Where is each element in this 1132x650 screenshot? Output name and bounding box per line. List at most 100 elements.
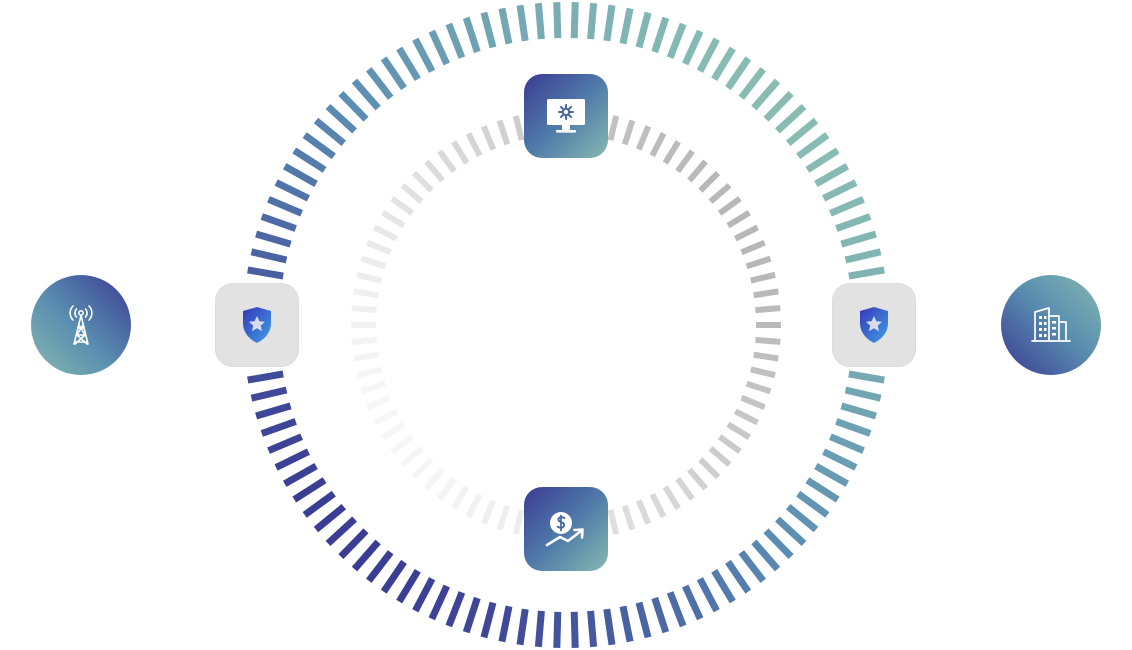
ring-tick — [302, 490, 336, 518]
ring-tick — [313, 503, 347, 533]
ring-tick — [465, 492, 483, 518]
dollar-growth-icon — [545, 512, 584, 547]
ring-tick — [619, 605, 634, 643]
ring-tick — [465, 132, 483, 158]
ring-tick — [373, 224, 399, 242]
ring-tick — [733, 408, 759, 426]
ring-tick — [751, 539, 781, 572]
ring-tick — [805, 147, 840, 173]
ring-tick — [396, 46, 421, 82]
ring-tick — [412, 577, 436, 613]
ring-tick — [635, 499, 652, 525]
ring-tick — [844, 386, 882, 402]
ring-tick — [603, 608, 616, 646]
ring-tick — [675, 149, 695, 174]
ring-tick — [480, 11, 497, 49]
inner-tick-ring — [351, 110, 781, 540]
ring-tick — [751, 78, 781, 111]
ring-tick — [512, 509, 525, 535]
ring-tick — [814, 463, 850, 487]
ring-tick — [725, 56, 752, 91]
ring-tick — [360, 380, 387, 395]
ring-tick — [373, 408, 399, 426]
tower-node — [31, 275, 131, 375]
ring-tick — [717, 196, 742, 216]
ring-tick — [785, 503, 819, 533]
ring-tick — [381, 421, 406, 440]
ring-tick — [553, 611, 562, 648]
ring-tick — [635, 11, 652, 49]
building-node — [1001, 275, 1101, 375]
ring-tick — [682, 584, 704, 621]
ring-tick — [247, 266, 284, 280]
ring-tick — [662, 140, 681, 165]
ring-tick — [635, 601, 652, 639]
ring-tick — [250, 386, 288, 402]
ring-tick — [366, 239, 392, 256]
cell-tower-icon — [69, 305, 93, 345]
ring-tick — [607, 115, 620, 141]
ring-tick — [445, 22, 466, 59]
ring-tick — [282, 463, 318, 487]
ring-tick — [462, 596, 481, 634]
ring-tick — [755, 305, 781, 314]
ring-tick — [411, 170, 434, 193]
ring-tick — [687, 159, 708, 183]
ring-tick — [381, 210, 406, 229]
ring-tick — [814, 163, 850, 187]
ring-tick — [840, 230, 877, 248]
ring-tick — [587, 2, 598, 40]
ring-tick — [380, 56, 407, 91]
ring-tick — [621, 119, 636, 146]
ring-tick — [651, 596, 670, 634]
ring-tick — [750, 366, 776, 379]
ring-tick — [390, 196, 415, 216]
ring-tick — [696, 577, 720, 613]
ring-tick — [366, 394, 392, 411]
ring-tick — [351, 336, 377, 345]
ring-tick — [424, 159, 445, 183]
ring-tick — [755, 336, 781, 345]
ring-tick — [480, 601, 497, 639]
ring-tick — [822, 179, 858, 202]
ring-tick — [745, 380, 772, 395]
ring-tick — [687, 467, 708, 491]
ring-tick — [840, 402, 877, 420]
ring-tick — [462, 16, 481, 54]
ring-tick — [587, 610, 598, 648]
ring-tick — [428, 584, 450, 621]
ring-tick — [651, 16, 670, 54]
ring-tick — [480, 125, 497, 151]
ring-tick — [835, 213, 872, 232]
ring-tick — [635, 125, 652, 151]
ring-tick — [338, 90, 369, 122]
ring-tick — [607, 509, 620, 535]
ring-tick — [738, 67, 766, 100]
ring-tick — [666, 22, 687, 59]
ring-tick — [325, 104, 357, 134]
ring-tick — [619, 7, 634, 45]
ring-tick — [282, 163, 318, 187]
shield-star-icon — [243, 307, 271, 343]
ring-tick — [498, 605, 513, 643]
ring-tick — [250, 248, 288, 264]
ring-tick — [360, 255, 387, 270]
ring-tick — [292, 147, 327, 173]
ring-tick — [512, 115, 525, 141]
monitor-gear-icon — [547, 99, 585, 133]
ring-tick — [353, 351, 379, 362]
ring-tick — [411, 457, 434, 480]
ring-tick — [534, 2, 545, 40]
ring-tick — [366, 550, 394, 583]
ring-tick — [338, 528, 369, 560]
ring-tick — [437, 149, 457, 174]
ring-tick — [763, 90, 794, 122]
ring-tick — [682, 29, 704, 66]
ring-tick — [829, 433, 865, 454]
ring-tick — [649, 132, 667, 158]
ring-tick — [603, 4, 616, 42]
ring-tick — [451, 140, 470, 165]
ring-tick — [733, 224, 759, 242]
ring-tick — [662, 485, 681, 510]
ring-tick — [666, 591, 687, 628]
